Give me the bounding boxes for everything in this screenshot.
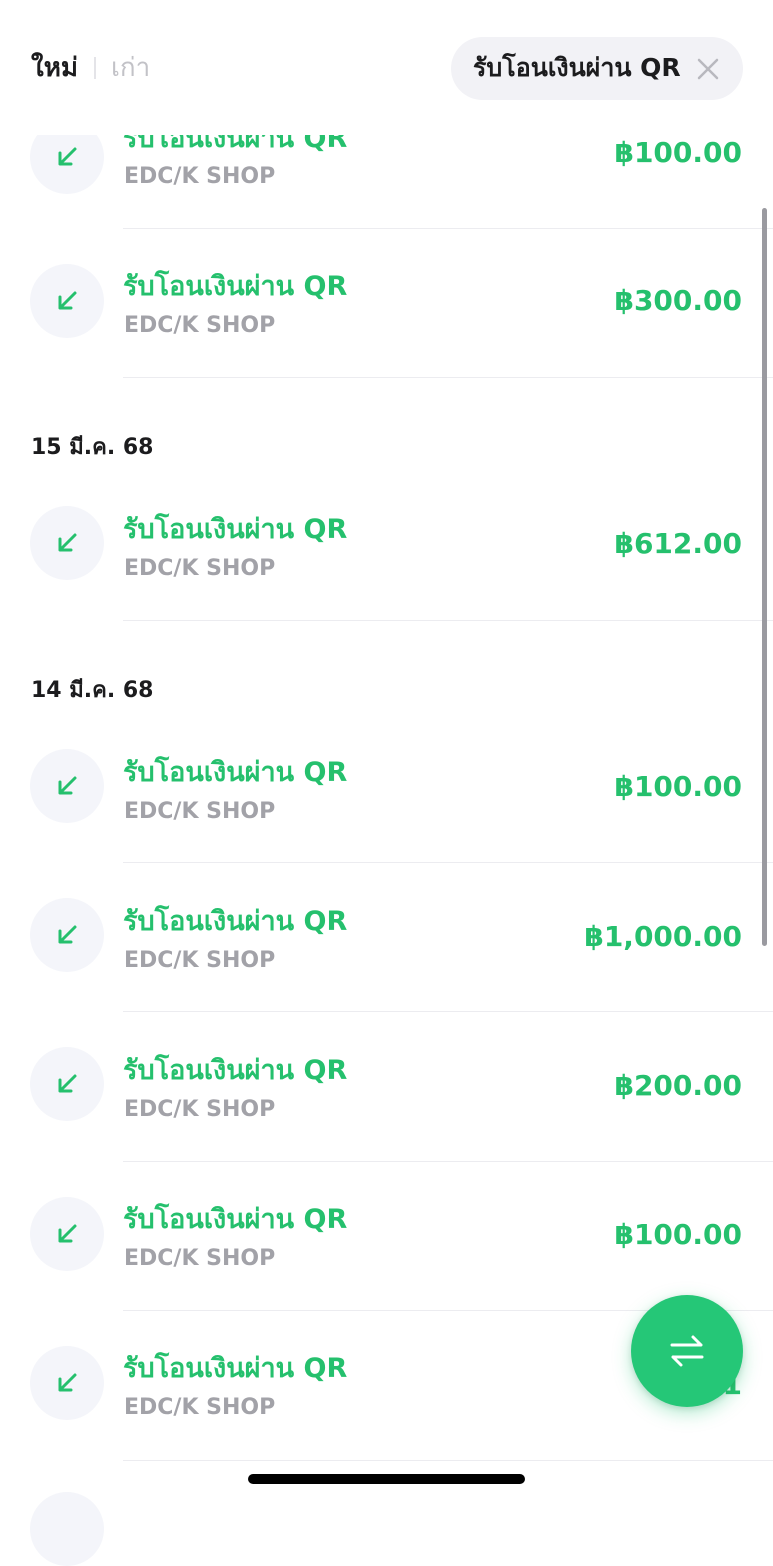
sort-divider bbox=[94, 57, 96, 79]
transfer-button[interactable] bbox=[631, 1295, 743, 1407]
filter-header: ใหม่ เก่า รับโอนเงินผ่าน QR bbox=[0, 0, 773, 135]
scrollbar[interactable] bbox=[762, 208, 767, 946]
filter-chip[interactable]: รับโอนเงินผ่าน QR bbox=[451, 37, 743, 100]
filter-chip-label: รับโอนเงินผ่าน QR bbox=[473, 53, 681, 82]
incoming-arrow-icon bbox=[30, 1346, 104, 1420]
close-icon[interactable] bbox=[695, 56, 721, 82]
incoming-arrow-icon bbox=[30, 264, 104, 338]
transaction-merchant: EDC/K SHOP bbox=[124, 1246, 276, 1271]
sort-newest-tab[interactable]: ใหม่ bbox=[31, 50, 78, 86]
transaction-list[interactable]: รับโอนเงินผ่าน QR EDC/K SHOP ฿100.00 รับ… bbox=[0, 0, 773, 1566]
date-header: 15 มี.ค. 68 bbox=[31, 435, 154, 460]
transaction-row[interactable]: รับโอนเงินผ่าน QR EDC/K SHOP ฿1,000.00 bbox=[0, 863, 773, 1013]
incoming-arrow-icon bbox=[30, 1197, 104, 1271]
transaction-amount: ฿100.00 bbox=[614, 136, 742, 169]
row-divider bbox=[123, 1460, 773, 1461]
sort-oldest-tab[interactable]: เก่า bbox=[111, 50, 150, 86]
transaction-title: รับโอนเงินผ่าน QR bbox=[123, 271, 348, 302]
incoming-arrow-icon bbox=[30, 1492, 104, 1566]
transaction-amount: ฿100.00 bbox=[614, 770, 742, 803]
transaction-amount: ฿612.00 bbox=[614, 527, 742, 560]
transaction-title: รับโอนเงินผ่าน QR bbox=[123, 1204, 348, 1235]
transaction-row[interactable]: รับโอนเงินผ่าน QR EDC/K SHOP ฿612.00 bbox=[0, 472, 773, 622]
transaction-title: รับโอนเงินผ่าน QR bbox=[123, 514, 348, 545]
row-divider bbox=[123, 620, 773, 621]
transaction-title: รับโอนเงินผ่าน QR bbox=[123, 1055, 348, 1086]
transaction-merchant: EDC/K SHOP bbox=[124, 948, 276, 973]
transaction-title: รับโอนเงินผ่าน QR bbox=[123, 1353, 348, 1384]
transaction-merchant: EDC/K SHOP bbox=[124, 1097, 276, 1122]
transaction-merchant: EDC/K SHOP bbox=[124, 1395, 276, 1420]
transaction-merchant: EDC/K SHOP bbox=[124, 556, 276, 581]
transaction-merchant: EDC/K SHOP bbox=[124, 164, 276, 189]
row-divider bbox=[123, 377, 773, 378]
incoming-arrow-icon bbox=[30, 1047, 104, 1121]
transaction-row[interactable]: รับโอนเงินผ่าน QR EDC/K SHOP ฿100.00 bbox=[0, 1162, 773, 1312]
incoming-arrow-icon bbox=[30, 506, 104, 580]
transaction-amount: ฿300.00 bbox=[614, 284, 742, 317]
incoming-arrow-icon bbox=[30, 898, 104, 972]
transaction-amount: ฿1,000.00 bbox=[584, 920, 742, 953]
transaction-row[interactable]: รับโอนเงินผ่าน QR EDC/K SHOP ฿200.00 bbox=[0, 1012, 773, 1162]
transaction-row[interactable]: รับโอนเงินผ่าน QR EDC/K SHOP ฿100.00 bbox=[0, 714, 773, 864]
transaction-amount: ฿100.00 bbox=[614, 1218, 742, 1251]
transfer-arrows-icon bbox=[670, 1335, 704, 1367]
transaction-row[interactable]: รับโอนเงินผ่าน QR EDC/K SHOP ฿300.00 bbox=[0, 229, 773, 379]
date-header: 14 มี.ค. 68 bbox=[31, 678, 154, 703]
home-indicator[interactable] bbox=[248, 1474, 525, 1484]
transaction-title: รับโอนเงินผ่าน QR bbox=[123, 757, 348, 788]
transaction-merchant: EDC/K SHOP bbox=[124, 313, 276, 338]
incoming-arrow-icon bbox=[30, 749, 104, 823]
transaction-amount: ฿200.00 bbox=[614, 1069, 742, 1102]
transaction-merchant: EDC/K SHOP bbox=[124, 799, 276, 824]
transaction-title: รับโอนเงินผ่าน QR bbox=[123, 906, 348, 937]
